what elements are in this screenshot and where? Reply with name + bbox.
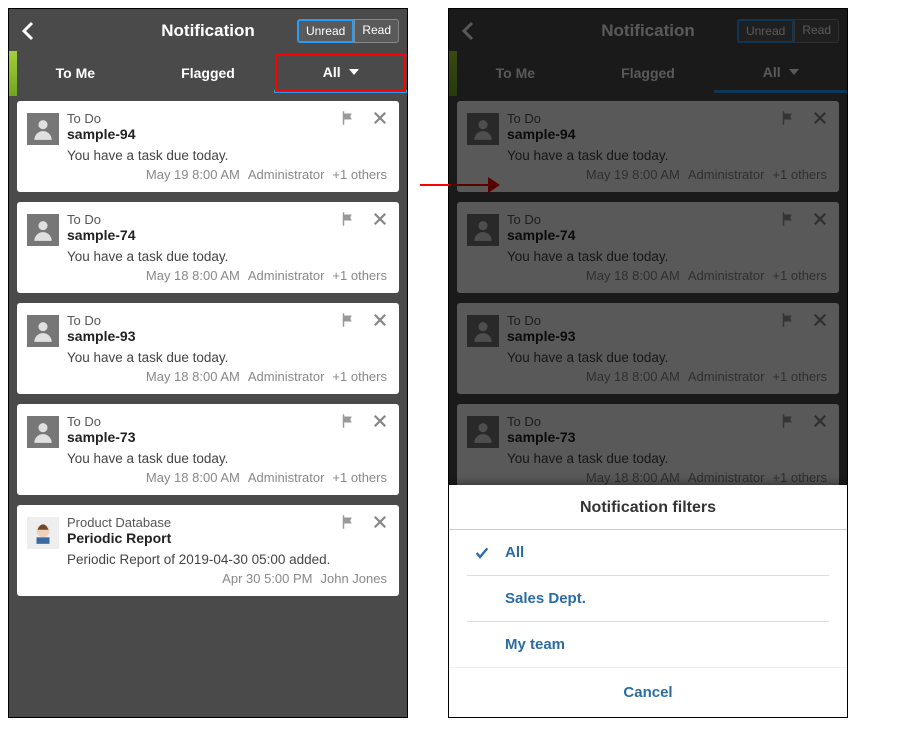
notification-screen-right: Notification Unread Read To Me Flagged A… [448, 8, 848, 718]
tab-label: Flagged [181, 65, 235, 81]
close-icon[interactable] [371, 513, 389, 531]
notification-card[interactable]: To Dosample-94You have a task due today.… [17, 101, 399, 192]
notification-card[interactable]: Product DatabasePeriodic ReportPeriodic … [17, 505, 399, 596]
card-meta: May 18 8:00 AM Administrator +1 others [67, 268, 387, 283]
card-message: You have a task due today. [67, 148, 387, 163]
header: Notification Unread Read [9, 9, 407, 53]
check-icon [473, 545, 491, 561]
card-user: Administrator [248, 470, 325, 485]
notification-screen-left: Notification Unread Read To Me Flagged A… [8, 8, 408, 718]
notification-card[interactable]: To Dosample-73You have a task due today.… [17, 404, 399, 495]
card-actions [339, 210, 389, 228]
card-time: May 18 8:00 AM [146, 369, 240, 384]
sheet-cancel-button[interactable]: Cancel [449, 667, 847, 717]
avatar [27, 315, 59, 347]
back-button[interactable] [17, 19, 41, 43]
flag-icon[interactable] [339, 513, 357, 531]
card-actions [339, 109, 389, 127]
card-title: sample-74 [67, 227, 387, 243]
flag-icon[interactable] [339, 109, 357, 127]
avatar [27, 113, 59, 145]
sheet-options: All Sales Dept. My team [449, 529, 847, 667]
sheet-title: Notification filters [449, 485, 847, 529]
card-user: Administrator [248, 167, 325, 182]
avatar [27, 214, 59, 246]
notification-card[interactable]: To Dosample-74You have a task due today.… [17, 202, 399, 293]
card-extra: +1 others [332, 167, 387, 182]
card-user: John Jones [321, 571, 388, 586]
notification-card[interactable]: To Dosample-93You have a task due today.… [17, 303, 399, 394]
close-icon[interactable] [371, 210, 389, 228]
app-color-strip [9, 51, 17, 96]
card-actions [339, 513, 389, 531]
notification-list: To Dosample-94You have a task due today.… [9, 93, 407, 717]
filter-option-label: All [505, 544, 524, 561]
card-actions [339, 412, 389, 430]
read-toggle-button[interactable]: Read [354, 19, 399, 43]
flag-icon[interactable] [339, 311, 357, 329]
card-extra: +1 others [332, 369, 387, 384]
close-icon[interactable] [371, 109, 389, 127]
card-message: You have a task due today. [67, 249, 387, 264]
card-title: sample-94 [67, 126, 387, 142]
card-time: May 18 8:00 AM [146, 470, 240, 485]
card-time: Apr 30 5:00 PM [222, 571, 312, 586]
close-icon[interactable] [371, 311, 389, 329]
card-actions [339, 311, 389, 329]
card-meta: May 19 8:00 AM Administrator +1 others [67, 167, 387, 182]
card-extra: +1 others [332, 268, 387, 283]
filter-option-label: My team [505, 636, 565, 653]
close-icon[interactable] [371, 412, 389, 430]
card-extra: +1 others [332, 470, 387, 485]
card-time: May 18 8:00 AM [146, 268, 240, 283]
filter-option-label: Sales Dept. [505, 590, 586, 607]
avatar [27, 416, 59, 448]
card-user: Administrator [248, 268, 325, 283]
tab-to-me[interactable]: To Me [9, 53, 142, 93]
card-user: Administrator [248, 369, 325, 384]
tab-flagged[interactable]: Flagged [142, 53, 275, 93]
flag-icon[interactable] [339, 210, 357, 228]
filter-tabs: To Me Flagged All [9, 53, 407, 93]
unread-toggle[interactable]: Unread [297, 19, 354, 43]
card-message: Periodic Report of 2019-04-30 05:00 adde… [67, 552, 387, 567]
card-meta: May 18 8:00 AM Administrator +1 others [67, 470, 387, 485]
card-title: sample-93 [67, 328, 387, 344]
tab-label: To Me [56, 65, 95, 81]
filter-option-team[interactable]: My team [467, 622, 829, 667]
tab-all[interactable]: All [274, 53, 407, 93]
filter-option-all[interactable]: All [467, 530, 829, 576]
card-message: You have a task due today. [67, 350, 387, 365]
filter-option-sales[interactable]: Sales Dept. [467, 576, 829, 622]
card-time: May 19 8:00 AM [146, 167, 240, 182]
card-message: You have a task due today. [67, 451, 387, 466]
flag-icon[interactable] [339, 412, 357, 430]
card-title: sample-73 [67, 429, 387, 445]
chevron-down-icon [349, 69, 359, 75]
read-toggle: Unread Read [297, 19, 399, 43]
card-meta: Apr 30 5:00 PM John Jones [67, 571, 387, 586]
card-title: Periodic Report [67, 530, 387, 546]
filter-sheet: Notification filters All Sales Dept. My … [449, 485, 847, 717]
tab-label: All [323, 64, 341, 80]
card-meta: May 18 8:00 AM Administrator +1 others [67, 369, 387, 384]
avatar [27, 517, 59, 549]
